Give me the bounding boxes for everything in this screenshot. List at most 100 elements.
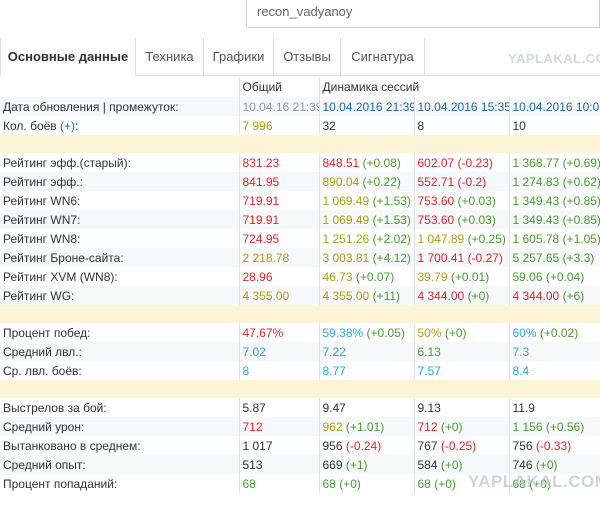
tab-vehicles[interactable]: Техника	[136, 38, 204, 76]
cell-value: 39.79	[417, 269, 448, 284]
cell-session-2: 6.13	[414, 342, 510, 361]
cell-value: 4 355.00	[322, 288, 370, 303]
cell-value: 1 349.43	[512, 193, 560, 208]
table-row: Рейтинг Броне-сайта: 2 218.78 3 003.81 (…	[0, 248, 600, 267]
cell-value: (+0.25)	[467, 231, 506, 246]
watermark-overlay: YAPLAKAL.COM	[468, 472, 600, 491]
cell-value: (+0.05)	[366, 325, 405, 340]
cell-total: 28.96	[239, 267, 320, 286]
cell-value: (+0.85)	[562, 193, 600, 208]
table-cell: 60% (+0.02)	[509, 323, 600, 342]
cell-value: 1 069.49	[322, 193, 370, 208]
cell-value: (+0)	[440, 457, 463, 472]
cell-value: 1 047.89	[417, 231, 465, 246]
cell-total: 1 017	[239, 436, 320, 455]
cell-value: (+1.53)	[372, 212, 411, 227]
table-cell: 4 344.00 (+0)	[414, 286, 510, 305]
table-cell: 756 (-0.33)	[509, 436, 600, 455]
cell-value: 890.04	[322, 174, 360, 189]
table-cell: 4 355.00 (+11)	[319, 286, 415, 305]
cell-session-1: 9.47	[319, 398, 415, 417]
cell-value: (+2.02)	[372, 231, 411, 246]
cell-total: 7 996	[239, 116, 320, 135]
table-cell: 962 (+1.01)	[319, 417, 415, 436]
table-cell: 956 (-0.24)	[319, 436, 415, 455]
cell-value: (+0.01)	[450, 269, 490, 284]
cell-total: 831.23	[239, 153, 320, 172]
cell-total: 2 218.78	[239, 248, 320, 267]
cell-value: 1 156	[512, 419, 543, 434]
cell-value: 756	[512, 438, 533, 453]
cell-total: 719.91	[239, 210, 320, 229]
row-label: Процент побед:	[0, 323, 240, 342]
cell-value: (+0.04)	[545, 269, 585, 284]
cell-value: 1 274.83	[512, 174, 560, 189]
row-label: Рейтинг эфф.:	[0, 172, 240, 191]
table-cell: 1 251.26 (+2.02)	[319, 229, 415, 248]
cell-value: 3 003.81	[322, 250, 370, 265]
cell-value: 1 368.77	[512, 155, 560, 170]
cell-value: 59.06	[512, 269, 543, 284]
table-cell: 890.04 (+0.22)	[319, 172, 415, 191]
tab-charts[interactable]: Графики	[204, 38, 274, 76]
cell-value: 1 605.78	[512, 231, 560, 246]
cell-value: 68	[417, 476, 431, 491]
cell-value: 552.71	[417, 174, 455, 189]
header-dynamics: Динамика сессий	[322, 80, 420, 94]
row-label: Средний урон:	[0, 417, 240, 436]
cell-value: (+1.01)	[345, 419, 385, 434]
cell-value: 5 257.65	[512, 250, 560, 265]
cell-value: (+0.56)	[545, 419, 585, 434]
expand-battles-link[interactable]: (+)	[60, 119, 75, 133]
table-row: Средний урон: 712 962 (+1.01) 712 (+0) 1…	[0, 417, 600, 436]
table-cell: 4 344.00 (+6)	[509, 286, 600, 305]
table-cell: 552.71 (-0.2)	[414, 172, 510, 191]
row-label: Рейтинг WN8:	[0, 229, 240, 248]
session-date-3[interactable]: 10.04.2016 10:01	[509, 97, 600, 116]
tab-reviews[interactable]: Отзывы	[274, 38, 341, 76]
session-date-1[interactable]: 10.04.2016 21:39	[319, 97, 415, 116]
cell-session-3: 11.9	[512, 400, 535, 415]
table-cell: 1 274.83 (+0.62)	[509, 172, 600, 191]
table-row: Рейтинг WG: 4 355.00 4 355.00 (+11) 4 34…	[0, 286, 600, 305]
search-input[interactable]: recon_vadyanoy	[246, 0, 600, 28]
table-row: Процент побед: 47.67% 59.38% (+0.05) 50%…	[0, 323, 600, 342]
table-cell: 39.79 (+0.01)	[414, 267, 510, 286]
cell-value: (+4.12)	[372, 250, 411, 265]
cell-value: 753.60	[417, 193, 455, 208]
table-cell: 1 349.43 (+0.85)	[509, 191, 600, 210]
cell-total: 724.95	[239, 229, 320, 248]
cell-session-2: 7.57	[414, 361, 510, 380]
cell-value: 767	[417, 438, 438, 453]
tab-main-data[interactable]: Основные данные	[0, 38, 136, 76]
cell-value: 848.51	[322, 155, 360, 170]
table-row: Рейтинг WN8: 724.95 1 251.26 (+2.02) 1 0…	[0, 229, 600, 248]
section-separator	[0, 135, 600, 153]
table-cell: 68 (+0)	[319, 474, 415, 493]
row-label: Средний лвл.:	[0, 342, 240, 361]
cell-session-1: 7.22	[319, 342, 415, 361]
cell-total: 47.67%	[239, 323, 320, 342]
tab-signature[interactable]: Сигнатура	[341, 38, 425, 76]
cell-value: Кол. боёв	[3, 118, 57, 133]
cell-value: (-0.2)	[457, 174, 487, 189]
table-row: Рейтинг эфф.: 841.95 890.04 (+0.22) 552.…	[0, 172, 600, 191]
table-cell	[0, 135, 600, 153]
table-cell: 59.38% (+0.05)	[319, 323, 415, 342]
session-date-2[interactable]: 10.04.2016 15:35	[414, 97, 510, 116]
cell-value: (+1)	[345, 457, 368, 472]
row-label: Рейтинг эфф.(старый):	[0, 153, 240, 172]
cell-session-2: 8	[414, 116, 510, 135]
row-label: Рейтинг WG:	[0, 286, 240, 305]
cell-value: (+3.3)	[562, 250, 595, 265]
watermark: YAPLAKAL.COM	[508, 51, 600, 66]
cell-value: 584	[417, 457, 438, 472]
row-label: Рейтинг WN6:	[0, 191, 240, 210]
table-cell: 1 069.49 (+1.53)	[319, 210, 415, 229]
table-header-row: Общий Динамика сессий	[0, 77, 600, 97]
cell-total: 7.02	[239, 342, 320, 361]
cell-value: 962	[322, 419, 343, 434]
table-cell: 1 700.41 (-0.27)	[414, 248, 510, 267]
cell-value: 753.60	[417, 212, 455, 227]
table-cell: 50% (+0)	[414, 323, 510, 342]
